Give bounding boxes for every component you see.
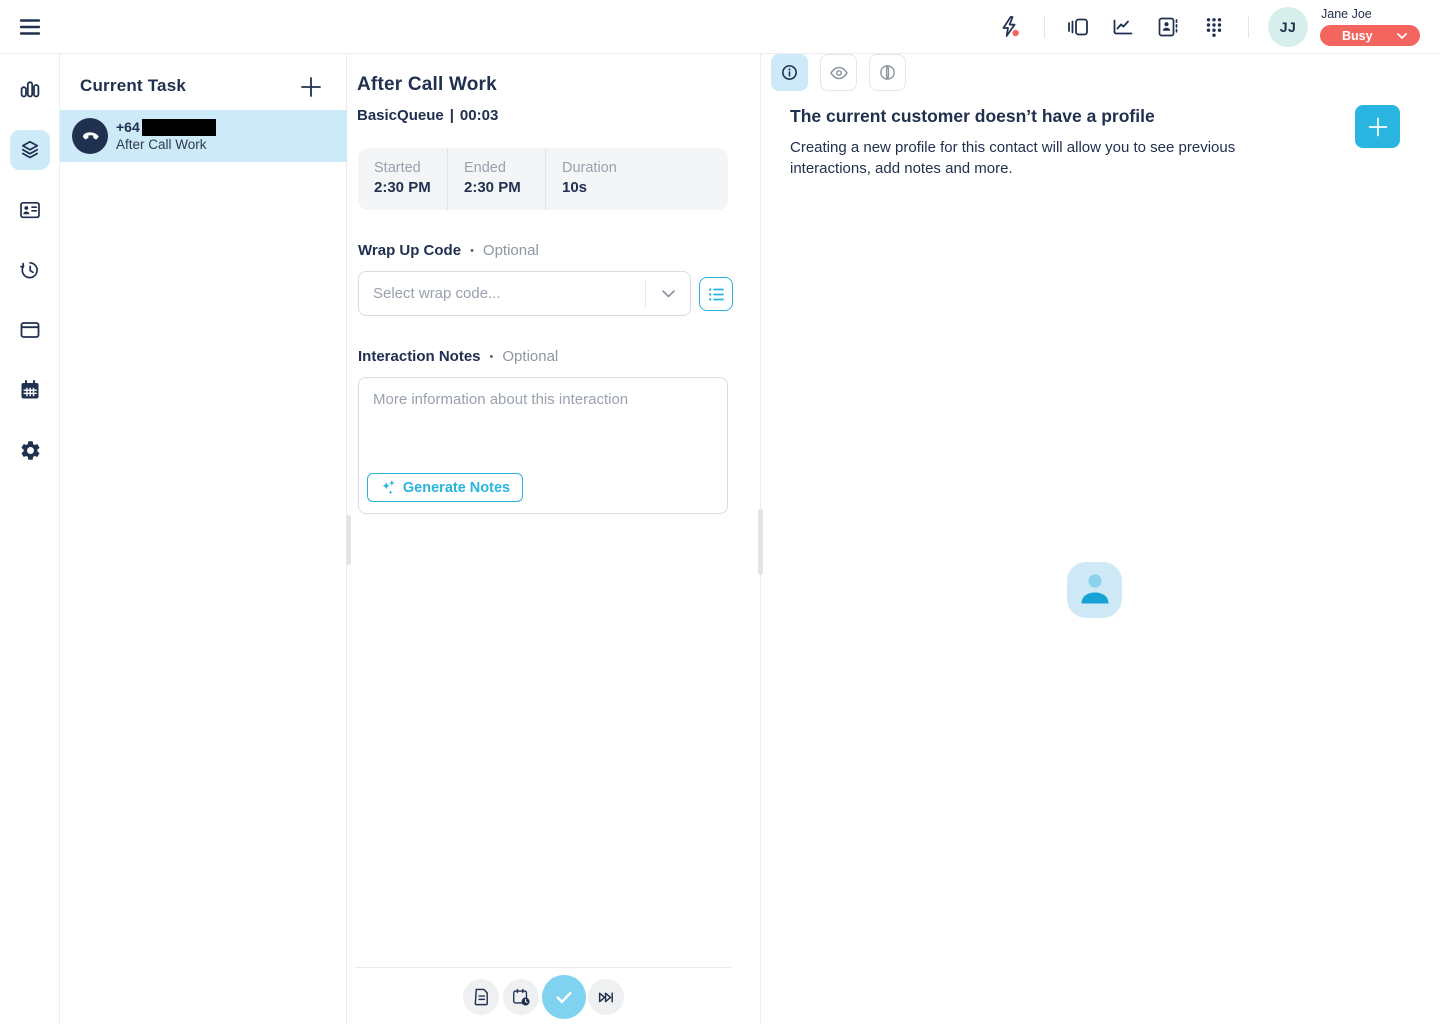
generate-notes-label: Generate Notes <box>403 480 510 496</box>
separator: | <box>450 107 454 124</box>
divider <box>1248 16 1249 38</box>
divider <box>1044 16 1045 38</box>
plus-icon <box>1366 115 1390 139</box>
tab-insights-brain[interactable] <box>869 54 906 91</box>
schedule-callback-button[interactable] <box>503 979 539 1015</box>
no-profile-heading: The current customer doesn’t have a prof… <box>790 106 1155 127</box>
divider <box>355 967 731 968</box>
user-name: Jane Joe <box>1321 7 1372 21</box>
list-icon <box>707 285 726 304</box>
nav-browser-window-icon[interactable] <box>10 310 50 350</box>
panels-icon[interactable] <box>1066 15 1090 39</box>
queue-and-timer: BasicQueue | 00:03 <box>357 107 498 124</box>
generate-notes-button[interactable]: Generate Notes <box>367 473 523 502</box>
phone-hangup-icon <box>72 118 108 154</box>
person-icon <box>1078 572 1112 608</box>
bullet-separator: • <box>470 245 474 257</box>
call-stats-box: Started 2:30 PM Ended 2:30 PM Duration 1… <box>358 148 728 210</box>
dialpad-icon[interactable] <box>1202 15 1226 39</box>
user-avatar[interactable]: JJ <box>1268 7 1308 47</box>
top-bar: JJ Jane Joe Busy <box>0 0 1440 54</box>
wrap-up-code-label: Wrap Up Code <box>358 242 461 259</box>
no-profile-description: Creating a new profile for this contact … <box>790 137 1260 179</box>
eye-icon <box>828 62 850 84</box>
skip-forward-icon <box>596 987 616 1007</box>
tab-preview-eye[interactable] <box>820 54 857 91</box>
calendar-clock-icon <box>511 987 531 1007</box>
add-task-button[interactable] <box>298 74 324 100</box>
task-status-label: After Call Work <box>116 137 207 152</box>
acw-title: After Call Work <box>357 74 497 96</box>
tab-profile-info[interactable] <box>771 54 808 91</box>
status-dropdown[interactable]: Busy <box>1320 25 1420 46</box>
current-task-panel: Current Task +64 After Call Work <box>60 54 347 1024</box>
wrap-up-code-row: Wrap Up Code • Optional <box>358 242 539 259</box>
skip-forward-button[interactable] <box>588 979 624 1015</box>
agent-workspace: JJ Jane Joe Busy <box>0 0 1440 1024</box>
wrap-up-code-select[interactable]: Select wrap code... <box>358 271 691 316</box>
nav-settings-gear-icon[interactable] <box>10 430 50 470</box>
customer-profile-panel: The current customer doesn’t have a prof… <box>761 54 1440 1024</box>
hamburger-menu-icon[interactable] <box>18 15 42 39</box>
notes-optional-label: Optional <box>502 348 558 365</box>
stat-duration: Duration 10s <box>545 148 728 210</box>
nav-calendar-icon[interactable] <box>10 370 50 410</box>
scrollbar-thumb[interactable] <box>758 509 763 575</box>
nav-bar-chart-icon[interactable] <box>10 70 50 110</box>
split-circle-icon <box>877 62 898 83</box>
info-icon <box>779 62 800 83</box>
status-label: Busy <box>1342 29 1373 43</box>
queue-name: BasicQueue <box>357 107 444 124</box>
redacted-phone-number <box>142 119 216 136</box>
after-call-work-panel: After Call Work BasicQueue | 00:03 Start… <box>347 54 761 1024</box>
wrap-up-code-list-button[interactable] <box>699 277 733 311</box>
wrap-up-optional-label: Optional <box>483 242 539 259</box>
plus-icon <box>298 74 324 100</box>
check-icon <box>553 986 575 1008</box>
acw-timer: 00:03 <box>460 107 498 124</box>
stat-started: Started 2:30 PM <box>358 148 447 210</box>
nav-history-icon[interactable] <box>10 250 50 290</box>
complete-task-button[interactable] <box>542 975 586 1019</box>
task-phone-number: +64 <box>116 118 216 136</box>
chevron-down-icon <box>1397 33 1407 39</box>
phone-prefix: +64 <box>116 118 140 136</box>
stat-ended: Ended 2:30 PM <box>447 148 545 210</box>
contact-book-icon[interactable] <box>1156 15 1180 39</box>
trend-chart-icon[interactable] <box>1111 15 1135 39</box>
nav-contact-card-icon[interactable] <box>10 190 50 230</box>
select-placeholder: Select wrap code... <box>373 285 645 302</box>
document-icon <box>472 987 491 1007</box>
nav-tasks-layers-icon[interactable] <box>10 130 50 170</box>
current-task-title: Current Task <box>80 76 186 96</box>
bullet-separator: • <box>490 351 494 363</box>
create-profile-button[interactable] <box>1355 105 1400 148</box>
chevron-down-icon <box>646 290 690 298</box>
scrollbar-thumb[interactable] <box>346 515 351 565</box>
task-list-item[interactable]: +64 After Call Work <box>60 110 347 162</box>
flash-notification-icon[interactable] <box>998 15 1022 39</box>
interaction-notes-row: Interaction Notes • Optional <box>358 348 558 365</box>
document-notes-button[interactable] <box>463 979 499 1015</box>
customer-avatar-placeholder <box>1067 562 1122 618</box>
sparkles-icon <box>380 480 396 496</box>
interaction-notes-label: Interaction Notes <box>358 348 481 365</box>
left-nav-rail <box>0 54 60 1024</box>
